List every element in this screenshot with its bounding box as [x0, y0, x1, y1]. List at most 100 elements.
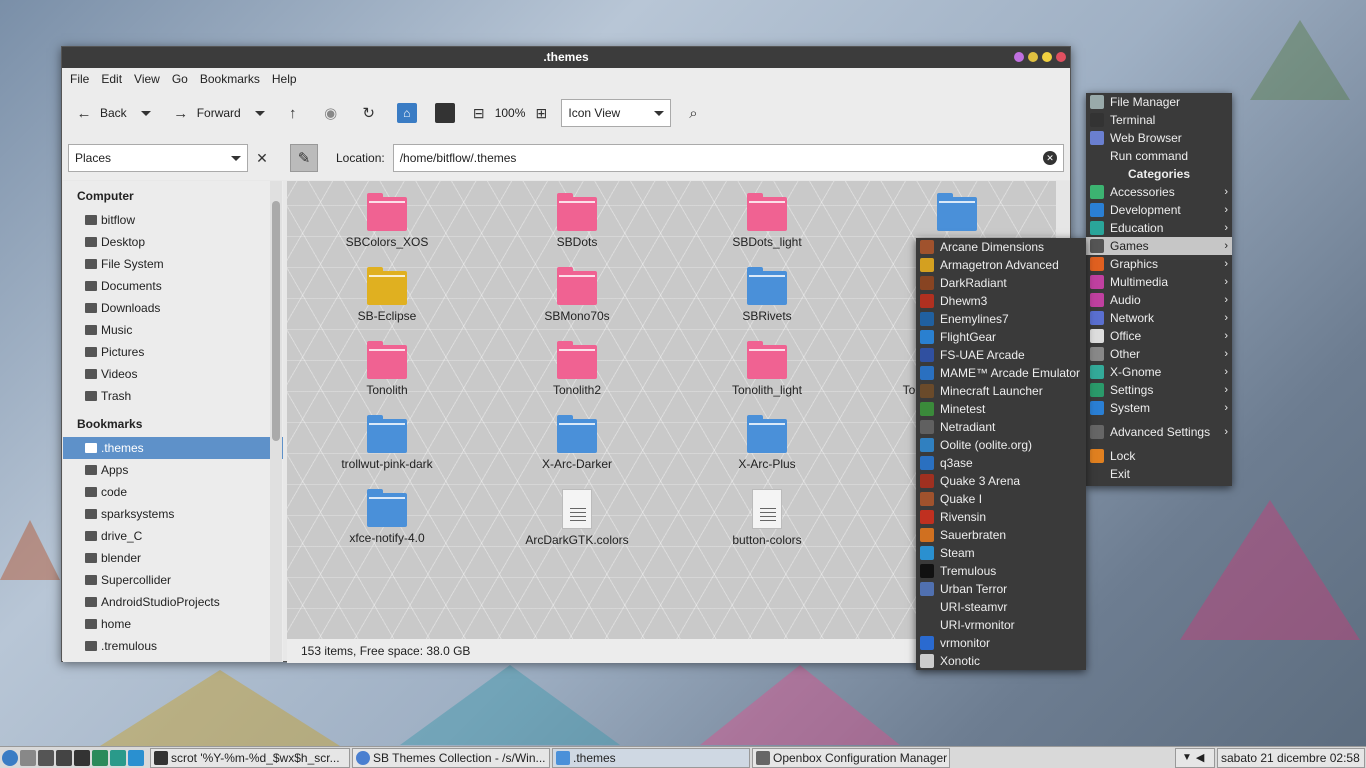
menu-item-multimedia[interactable]: Multimedia ›: [1086, 273, 1232, 291]
sidebar-scrollbar[interactable]: [270, 181, 282, 662]
editor-icon[interactable]: [56, 749, 72, 766]
menu-item-sauerbraten[interactable]: Sauerbraten: [916, 526, 1086, 544]
file-manager-icon[interactable]: [92, 749, 108, 766]
places-select[interactable]: Places: [68, 144, 248, 172]
search-icon[interactable]: ⌕: [683, 103, 703, 123]
sidebar-item-file-system[interactable]: File System: [63, 253, 283, 275]
location-input[interactable]: /home/bitflow/.themes ✕: [392, 144, 1064, 172]
menu-item-office[interactable]: Office ›: [1086, 327, 1232, 345]
menu-item-dhewm3[interactable]: Dhewm3: [916, 292, 1086, 310]
menu-item-xonotic[interactable]: Xonotic: [916, 652, 1086, 670]
sidebar-bookmark[interactable]: .themes: [63, 437, 283, 459]
sidebar-bookmark[interactable]: Supercollider: [63, 569, 283, 591]
back-button[interactable]: ← Back: [70, 99, 131, 127]
menu-item-exit[interactable]: Exit: [1086, 465, 1232, 483]
sticky-button[interactable]: [1028, 52, 1038, 62]
menu-item-darkradiant[interactable]: DarkRadiant: [916, 274, 1086, 292]
calculator-icon[interactable]: [38, 749, 54, 766]
terminal-icon[interactable]: [74, 749, 90, 766]
menu-item-rivensin[interactable]: Rivensin: [916, 508, 1086, 526]
menu-bookmarks[interactable]: Bookmarks: [194, 72, 266, 86]
task-themes-folder[interactable]: .themes: [552, 747, 750, 768]
sidebar-item-music[interactable]: Music: [63, 319, 283, 341]
file-item[interactable]: SBRivets: [687, 267, 847, 323]
menu-item-enemylines7[interactable]: Enemylines7: [916, 310, 1086, 328]
menu-item-web-browser[interactable]: Web Browser: [1086, 129, 1232, 147]
file-item[interactable]: Tonolith_light: [687, 341, 847, 397]
menu-item-settings[interactable]: Settings ›: [1086, 381, 1232, 399]
clock[interactable]: sabato 21 dicembre 02:58: [1217, 747, 1365, 768]
window-list-icon[interactable]: [20, 749, 36, 766]
close-sidebar-icon[interactable]: ✕: [252, 148, 272, 168]
menu-item-vrmonitor[interactable]: vrmonitor: [916, 634, 1086, 652]
menu-launcher-icon[interactable]: [2, 749, 18, 766]
task-openbox-config[interactable]: Openbox Configuration Manager: [752, 747, 950, 768]
menu-item-network[interactable]: Network ›: [1086, 309, 1232, 327]
menu-item-lock[interactable]: Lock: [1086, 447, 1232, 465]
sidebar-item-pictures[interactable]: Pictures: [63, 341, 283, 363]
file-item[interactable]: X-Arc-Plus: [687, 415, 847, 471]
sidebar-bookmark[interactable]: sparksystems: [63, 503, 283, 525]
sidebar-item-bitflow[interactable]: bitflow: [63, 209, 283, 231]
file-item[interactable]: SBColors_XOS: [307, 193, 467, 249]
file-item[interactable]: SBDots_light: [687, 193, 847, 249]
task-browser[interactable]: SB Themes Collection - /s/Win...: [352, 747, 550, 768]
sidebar-item-documents[interactable]: Documents: [63, 275, 283, 297]
menu-item-flightgear[interactable]: FlightGear: [916, 328, 1086, 346]
home-folder-icon[interactable]: ⌂: [396, 103, 417, 123]
clear-location-icon[interactable]: ✕: [1043, 151, 1057, 165]
sidebar-scroll-thumb[interactable]: [272, 201, 280, 441]
menu-item-audio[interactable]: Audio ›: [1086, 291, 1232, 309]
menu-item-uri-steamvr[interactable]: URI-steamvr: [916, 598, 1086, 616]
up-arrow-icon[interactable]: ↑: [283, 103, 303, 123]
menu-item-arcane-dimensions[interactable]: Arcane Dimensions: [916, 238, 1086, 256]
sidebar-bookmark[interactable]: AndroidStudioProjects: [63, 591, 283, 613]
volume-icon[interactable]: ◀: [1196, 751, 1204, 764]
computer-icon[interactable]: [434, 103, 455, 123]
menu-item-steam[interactable]: Steam: [916, 544, 1086, 562]
sidebar-bookmark[interactable]: .tremulous: [63, 635, 283, 657]
task-terminal[interactable]: scrot '%Y-%m-%d_$wx$h_scr...: [150, 747, 350, 768]
menu-item-x-gnome[interactable]: X-Gnome ›: [1086, 363, 1232, 381]
sidebar-bookmark[interactable]: Apps: [63, 459, 283, 481]
menu-item-netradiant[interactable]: Netradiant: [916, 418, 1086, 436]
menu-item-development[interactable]: Development ›: [1086, 201, 1232, 219]
menu-item-minecraft-launcher[interactable]: Minecraft Launcher: [916, 382, 1086, 400]
file-item[interactable]: xfce-notify-4.0: [307, 489, 467, 545]
file-item[interactable]: Tonolith2: [497, 341, 657, 397]
menu-item-urban-terror[interactable]: Urban Terror: [916, 580, 1086, 598]
window-titlebar[interactable]: .themes: [62, 47, 1070, 68]
menu-item-quake-3-arena[interactable]: Quake 3 Arena: [916, 472, 1086, 490]
menu-item-tremulous[interactable]: Tremulous: [916, 562, 1086, 580]
menu-item-mame-arcade-emulator[interactable]: MAME™ Arcade Emulator: [916, 364, 1086, 382]
view-mode-select[interactable]: Icon View: [561, 99, 672, 127]
file-item[interactable]: SB-Eclipse: [307, 267, 467, 323]
minimize-button[interactable]: [1042, 52, 1052, 62]
edit-location-icon[interactable]: ✎: [290, 144, 318, 172]
menu-item-quake-i[interactable]: Quake I: [916, 490, 1086, 508]
menu-item-file-manager[interactable]: File Manager: [1086, 93, 1232, 111]
menu-item-run-command[interactable]: Run command: [1086, 147, 1232, 165]
menu-item-advanced-settings[interactable]: Advanced Settings ›: [1086, 423, 1232, 441]
file-item[interactable]: trollwut-pink-dark: [307, 415, 467, 471]
sidebar-bookmark[interactable]: code: [63, 481, 283, 503]
menu-edit[interactable]: Edit: [95, 72, 128, 86]
file-item[interactable]: button-colors: [687, 489, 847, 547]
tool-icon[interactable]: [110, 749, 126, 766]
tray-arrow-icon[interactable]: ▼: [1182, 752, 1192, 763]
sidebar-bookmark[interactable]: drive_C: [63, 525, 283, 547]
menu-item-fs-uae-arcade[interactable]: FS-UAE Arcade: [916, 346, 1086, 364]
reload-icon[interactable]: ↻: [359, 103, 379, 123]
file-item[interactable]: ArcDarkGTK.colors: [497, 489, 657, 547]
file-item[interactable]: SBMono70s: [497, 267, 657, 323]
file-item[interactable]: [877, 193, 1037, 235]
sidebar-bookmark[interactable]: blender: [63, 547, 283, 569]
back-history-dropdown[interactable]: [140, 110, 151, 116]
menu-item-accessories[interactable]: Accessories ›: [1086, 183, 1232, 201]
sidebar-item-desktop[interactable]: Desktop: [63, 231, 283, 253]
menu-item-games[interactable]: Games ›: [1086, 237, 1232, 255]
forward-button[interactable]: → Forward: [167, 99, 245, 127]
menu-item-minetest[interactable]: Minetest: [916, 400, 1086, 418]
menu-item-uri-vrmonitor[interactable]: URI-vrmonitor: [916, 616, 1086, 634]
sidebar-bookmark[interactable]: home: [63, 613, 283, 635]
